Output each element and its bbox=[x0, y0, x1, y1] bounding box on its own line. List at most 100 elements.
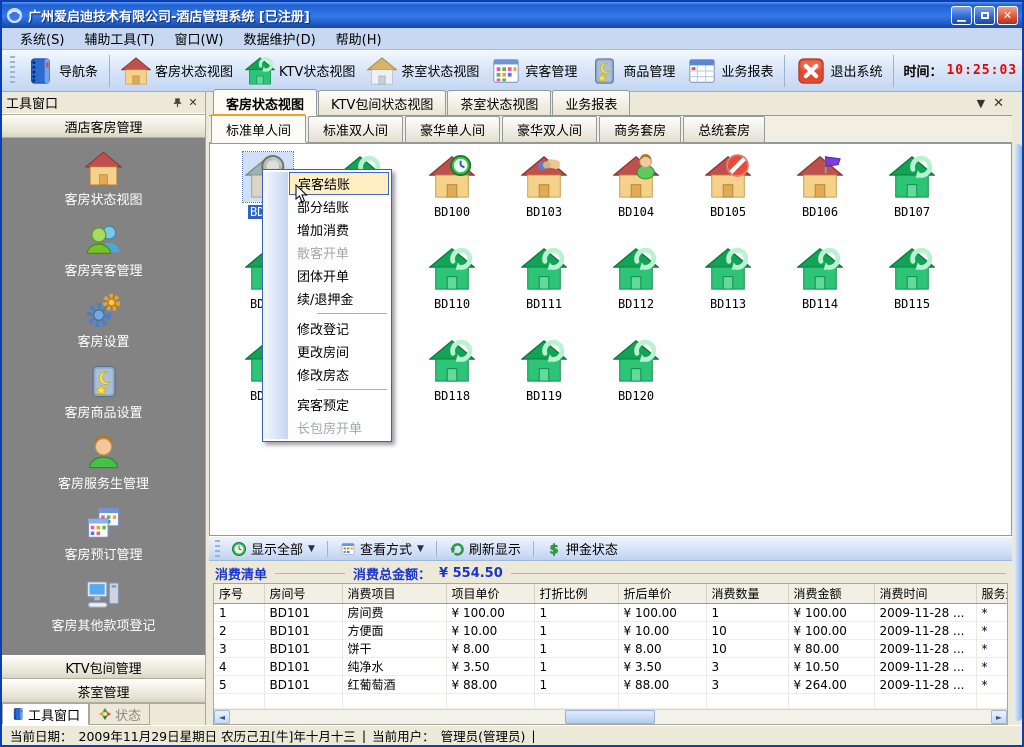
view-toolbar-button-view-grid[interactable]: 查看方式▼ bbox=[333, 538, 431, 559]
menubar-item[interactable]: 窗口(W) bbox=[165, 27, 234, 50]
table-header-cell[interactable]: 序号 bbox=[214, 584, 264, 604]
toolbar-button-house-green[interactable]: KTV状态视图 bbox=[239, 53, 361, 89]
room-BD110[interactable]: BD110 bbox=[406, 244, 498, 336]
chevron-down-icon[interactable]: ▼ bbox=[308, 544, 315, 554]
room-BD113[interactable]: BD113 bbox=[682, 244, 774, 336]
scrollbar-thumb[interactable] bbox=[565, 710, 655, 724]
room-BD120[interactable]: BD120 bbox=[590, 336, 682, 428]
room-BD107[interactable]: BD107 bbox=[866, 152, 958, 244]
table-cell: ¥ 80.00 bbox=[788, 640, 874, 658]
room-BD104[interactable]: BD104 bbox=[590, 152, 682, 244]
context-menu-item[interactable]: 团体开单 bbox=[289, 264, 389, 287]
room-label: BD119 bbox=[526, 389, 562, 403]
chevron-down-icon[interactable]: ▼ bbox=[417, 544, 424, 554]
room-type-tab[interactable]: 总统套房 bbox=[683, 116, 765, 142]
table-row[interactable]: 2BD101方便面¥ 10.001¥ 10.0010¥ 100.002009-1… bbox=[214, 622, 1008, 640]
document-tab[interactable]: KTV包间状态视图 bbox=[318, 90, 446, 115]
room-BD105[interactable]: BD105 bbox=[682, 152, 774, 244]
room-BD100[interactable]: BD100 bbox=[406, 152, 498, 244]
close-button[interactable]: ✕ bbox=[997, 6, 1018, 25]
sidebar-bottom-tab[interactable]: 工具窗口 bbox=[2, 704, 89, 725]
room-BD118[interactable]: BD118 bbox=[406, 336, 498, 428]
view-toolbar-button-refresh-green[interactable]: 刷新显示 bbox=[442, 538, 528, 559]
room-BD106[interactable]: BD106 bbox=[774, 152, 866, 244]
table-header-cell[interactable]: 消费金额 bbox=[788, 584, 874, 604]
context-menu-item[interactable]: 宾客结账 bbox=[289, 172, 389, 195]
sidebar-item-calendars[interactable]: 客房预订管理 bbox=[64, 505, 142, 563]
context-menu-item[interactable]: 修改房态 bbox=[289, 363, 389, 386]
house-red-icon bbox=[85, 150, 122, 187]
room-type-tab[interactable]: 豪华单人间 bbox=[405, 116, 500, 142]
menubar-item[interactable]: 帮助(H) bbox=[326, 27, 392, 50]
context-menu-item[interactable]: 更改房间 bbox=[289, 340, 389, 363]
room-BD114[interactable]: BD114 bbox=[774, 244, 866, 336]
horizontal-scrollbar[interactable]: ◄ ► bbox=[214, 709, 1007, 724]
table-header-cell[interactable]: 消费时间 bbox=[874, 584, 976, 604]
pin-icon[interactable] bbox=[169, 95, 185, 110]
scrollbar-track[interactable] bbox=[230, 710, 991, 724]
room-type-tab[interactable]: 标准单人间 bbox=[211, 114, 306, 143]
toolbar-button-report-sheet[interactable]: 业务报表 bbox=[681, 53, 779, 89]
table-header-cell[interactable]: 消费数量 bbox=[706, 584, 788, 604]
tab-close-icon[interactable]: ✕ bbox=[993, 96, 1004, 111]
scroll-right-arrow-icon[interactable]: ► bbox=[991, 710, 1007, 724]
table-cell: ¥ 100.00 bbox=[446, 604, 534, 622]
maximize-button[interactable] bbox=[974, 6, 995, 25]
room-BD103[interactable]: BD103 bbox=[498, 152, 590, 244]
room-BD112[interactable]: BD112 bbox=[590, 244, 682, 336]
sidebar-item-goods-card[interactable]: 客房商品设置 bbox=[64, 363, 142, 421]
room-type-tab[interactable]: 豪华双人间 bbox=[502, 116, 597, 142]
table-header-cell[interactable]: 服务生 bbox=[976, 584, 1008, 604]
room-type-tab[interactable]: 标准双人间 bbox=[308, 116, 403, 142]
menubar-item[interactable]: 系统(S) bbox=[10, 27, 74, 50]
context-menu-item[interactable]: 修改登记 bbox=[289, 317, 389, 340]
document-tab[interactable]: 客房状态视图 bbox=[213, 89, 317, 116]
menubar-item[interactable]: 数据维护(D) bbox=[234, 27, 326, 50]
menubar-item[interactable]: 辅助工具(T) bbox=[74, 27, 164, 50]
sidebar-item-computer[interactable]: 客房其他款项登记 bbox=[51, 576, 155, 634]
view-toolbar-button-clock-green[interactable]: 显示全部▼ bbox=[224, 538, 322, 559]
sidebar-section-hotel-room-management[interactable]: 酒店客房管理 bbox=[2, 114, 205, 138]
context-menu-item[interactable]: 部分结账 bbox=[289, 195, 389, 218]
dollar-green-icon: $ bbox=[546, 541, 562, 557]
computer-icon bbox=[85, 576, 122, 613]
toolbar-button-calendar-grid[interactable]: 宾客管理 bbox=[485, 53, 583, 89]
toolbar-button-exit-x[interactable]: 退出系统 bbox=[790, 53, 888, 89]
context-menu-item[interactable]: 宾客预定 bbox=[289, 393, 389, 416]
minimize-button[interactable]: ▁ bbox=[951, 6, 972, 25]
sidebar-bottom-tab[interactable]: 状态 bbox=[89, 704, 150, 725]
sidebar-item-waiter[interactable]: 客房服务生管理 bbox=[58, 434, 149, 492]
room-BD119[interactable]: BD119 bbox=[498, 336, 590, 428]
table-row[interactable]: 4BD101纯净水¥ 3.501¥ 3.503¥ 10.502009-11-28… bbox=[214, 658, 1008, 676]
scroll-left-arrow-icon[interactable]: ◄ bbox=[214, 710, 230, 724]
room-BD111[interactable]: BD111 bbox=[498, 244, 590, 336]
toolbar-button-house-red[interactable]: 客房状态视图 bbox=[115, 53, 239, 89]
room-type-tab[interactable]: 商务套房 bbox=[599, 116, 681, 142]
room-BD115[interactable]: BD115 bbox=[866, 244, 958, 336]
table-header-cell[interactable]: 消费项目 bbox=[342, 584, 446, 604]
sidebar-section-bar[interactable]: KTV包间管理 bbox=[2, 655, 205, 679]
sidebar-item-house-red[interactable]: 客房状态视图 bbox=[64, 150, 142, 208]
app-logo-icon bbox=[6, 7, 23, 24]
toolbar-button-house-tea[interactable]: 茶室状态视图 bbox=[361, 53, 485, 89]
table-header-cell[interactable]: 打折比例 bbox=[534, 584, 618, 604]
table-cell: ¥ 8.00 bbox=[618, 640, 706, 658]
toolbar-button-nav-book[interactable]: 导航条 bbox=[19, 53, 104, 89]
table-row[interactable]: 3BD101饼干¥ 8.001¥ 8.0010¥ 80.002009-11-28… bbox=[214, 640, 1008, 658]
table-row[interactable]: 5BD101红葡萄酒¥ 88.001¥ 88.003¥ 264.002009-1… bbox=[214, 676, 1008, 694]
sidebar-item-people[interactable]: 客房宾客管理 bbox=[64, 221, 142, 279]
toolbar-button-goods-card[interactable]: 商品管理 bbox=[583, 53, 681, 89]
tool-window-close-icon[interactable]: ✕ bbox=[185, 95, 201, 110]
context-menu-item[interactable]: 续/退押金 bbox=[289, 287, 389, 310]
table-header-cell[interactable]: 项目单价 bbox=[446, 584, 534, 604]
sidebar-section-bar[interactable]: 茶室管理 bbox=[2, 679, 205, 703]
table-header-cell[interactable]: 房间号 bbox=[264, 584, 342, 604]
document-tab[interactable]: 茶室状态视图 bbox=[447, 90, 551, 115]
sidebar-item-gears[interactable]: 客房设置 bbox=[77, 292, 129, 350]
table-row[interactable]: 1BD101房间费¥ 100.001¥ 100.001¥ 100.002009-… bbox=[214, 604, 1008, 622]
tab-scroll-chevron-down-icon[interactable]: ▼ bbox=[977, 97, 985, 110]
context-menu-item[interactable]: 增加消费 bbox=[289, 218, 389, 241]
view-toolbar-button-dollar-green[interactable]: $押金状态 bbox=[539, 538, 625, 559]
document-tab[interactable]: 业务报表 bbox=[552, 90, 630, 115]
table-header-cell[interactable]: 折后单价 bbox=[618, 584, 706, 604]
